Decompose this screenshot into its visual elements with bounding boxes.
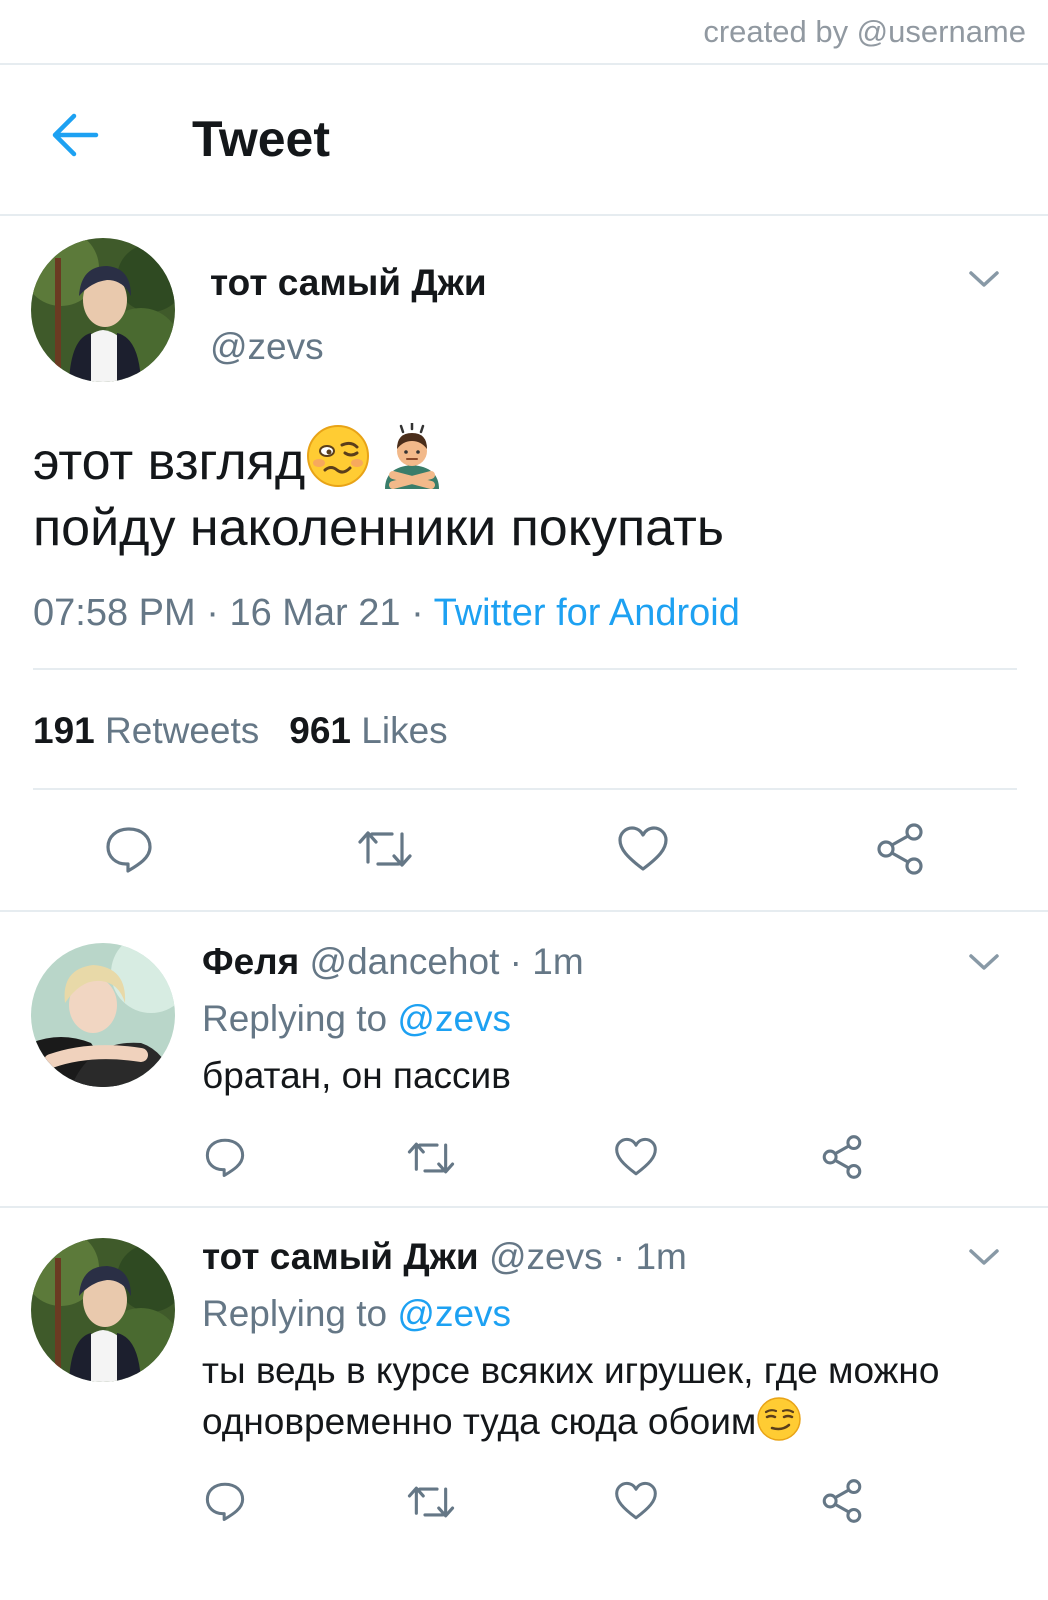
reply-text-line-1: ты ведь в курсе всяких игрушек, где можн… [202,1350,940,1391]
avatar[interactable] [31,1238,175,1382]
heart-icon [615,1137,657,1176]
likes-stat[interactable]: 961 Likes [289,710,447,751]
retweets-stat[interactable]: 191 Retweets [33,710,259,751]
likes-count: 961 [289,710,351,751]
replying-to: Replying to @zevs [202,998,511,1040]
retweet-button[interactable] [406,1482,456,1522]
person-gesturing-no-emoji [379,423,445,489]
share-button[interactable] [820,1478,864,1524]
like-button[interactable] [617,824,669,874]
chevron-down-icon[interactable] [967,951,1001,973]
replying-to: Replying to @zevs [202,1293,511,1335]
reply-time: 1m [635,1236,687,1277]
share-icon [877,823,923,875]
reply-button[interactable] [204,1480,246,1522]
heart-icon [618,826,668,871]
tweet-stats: 191 Retweets 961 Likes [33,710,448,752]
reply-text: одновременно туда сюда обоим [202,1401,757,1442]
replying-mention[interactable]: @zevs [397,1293,511,1334]
top-divider [0,63,1048,65]
avatar[interactable] [31,238,175,382]
tweet-text-line-1: этот взгляд [33,423,445,492]
heart-icon [615,1481,657,1520]
like-button[interactable] [614,1136,658,1178]
reply-author-handle[interactable]: @dancehot [310,941,500,982]
meta-separator: · [400,592,434,634]
replying-mention[interactable]: @zevs [397,998,511,1039]
chevron-down-icon[interactable] [967,268,1001,290]
avatar[interactable] [31,943,175,1087]
replying-prefix: Replying to [202,1293,388,1334]
retweet-icon [407,1486,455,1518]
tweet-text-line-2: пойду наколенники покупать [33,499,724,557]
share-icon [822,1135,862,1179]
reply-author-name[interactable]: Феля [202,941,299,982]
reply-button[interactable] [204,1136,246,1178]
retweet-icon [358,831,412,867]
share-button[interactable] [874,822,926,876]
speech-bubble-icon [205,1482,245,1521]
woozy-face-emoji [305,423,371,489]
share-icon [822,1479,862,1523]
reply-author-name[interactable]: тот самый Джи [202,1236,479,1277]
reply-time: 1m [532,941,584,982]
reply-text: братан, он пассив [202,1055,511,1096]
app-header: Tweet [0,66,1048,214]
divider [33,788,1017,790]
like-button[interactable] [614,1480,658,1522]
reply-text-line-2: одновременно туда сюда обоим [202,1396,802,1447]
reply-header: тот самый Джи @zevs · 1m [202,1236,687,1277]
tweet-source-link[interactable]: Twitter for Android [434,592,740,634]
speech-bubble-icon [205,1138,245,1177]
replying-prefix: Replying to [202,998,388,1039]
reply-header: Феля @dancehot · 1m [202,941,584,982]
chevron-down-icon[interactable] [967,1246,1001,1268]
divider [0,1206,1048,1208]
tweet-date: 16 Mar 21 [229,592,401,634]
retweet-button[interactable] [406,1138,456,1178]
tweet-text: этот взгляд [33,433,306,491]
arrow-left-icon[interactable] [50,112,100,158]
retweet-icon [407,1142,455,1174]
share-button[interactable] [820,1134,864,1180]
retweets-label: Retweets [105,710,260,751]
tweet-meta: 07:58 PM · 16 Mar 21 · Twitter for Andro… [33,592,740,635]
likes-label: Likes [361,710,448,751]
divider [0,910,1048,912]
smirking-face-emoji [756,1396,802,1442]
credit-watermark: created by @username [703,14,1026,49]
page-title: Tweet [192,111,330,167]
tweet-time: 07:58 PM [33,592,196,634]
speech-bubble-icon [106,827,152,873]
author-handle[interactable]: @zevs [210,326,324,368]
retweets-count: 191 [33,710,95,751]
reply-author-handle[interactable]: @zevs [489,1236,603,1277]
author-name[interactable]: тот самый Джи [210,262,487,304]
reply-button[interactable] [104,824,154,874]
retweet-button[interactable] [356,826,414,872]
divider [33,668,1017,670]
header-divider [0,214,1048,216]
meta-separator: · [195,592,230,634]
